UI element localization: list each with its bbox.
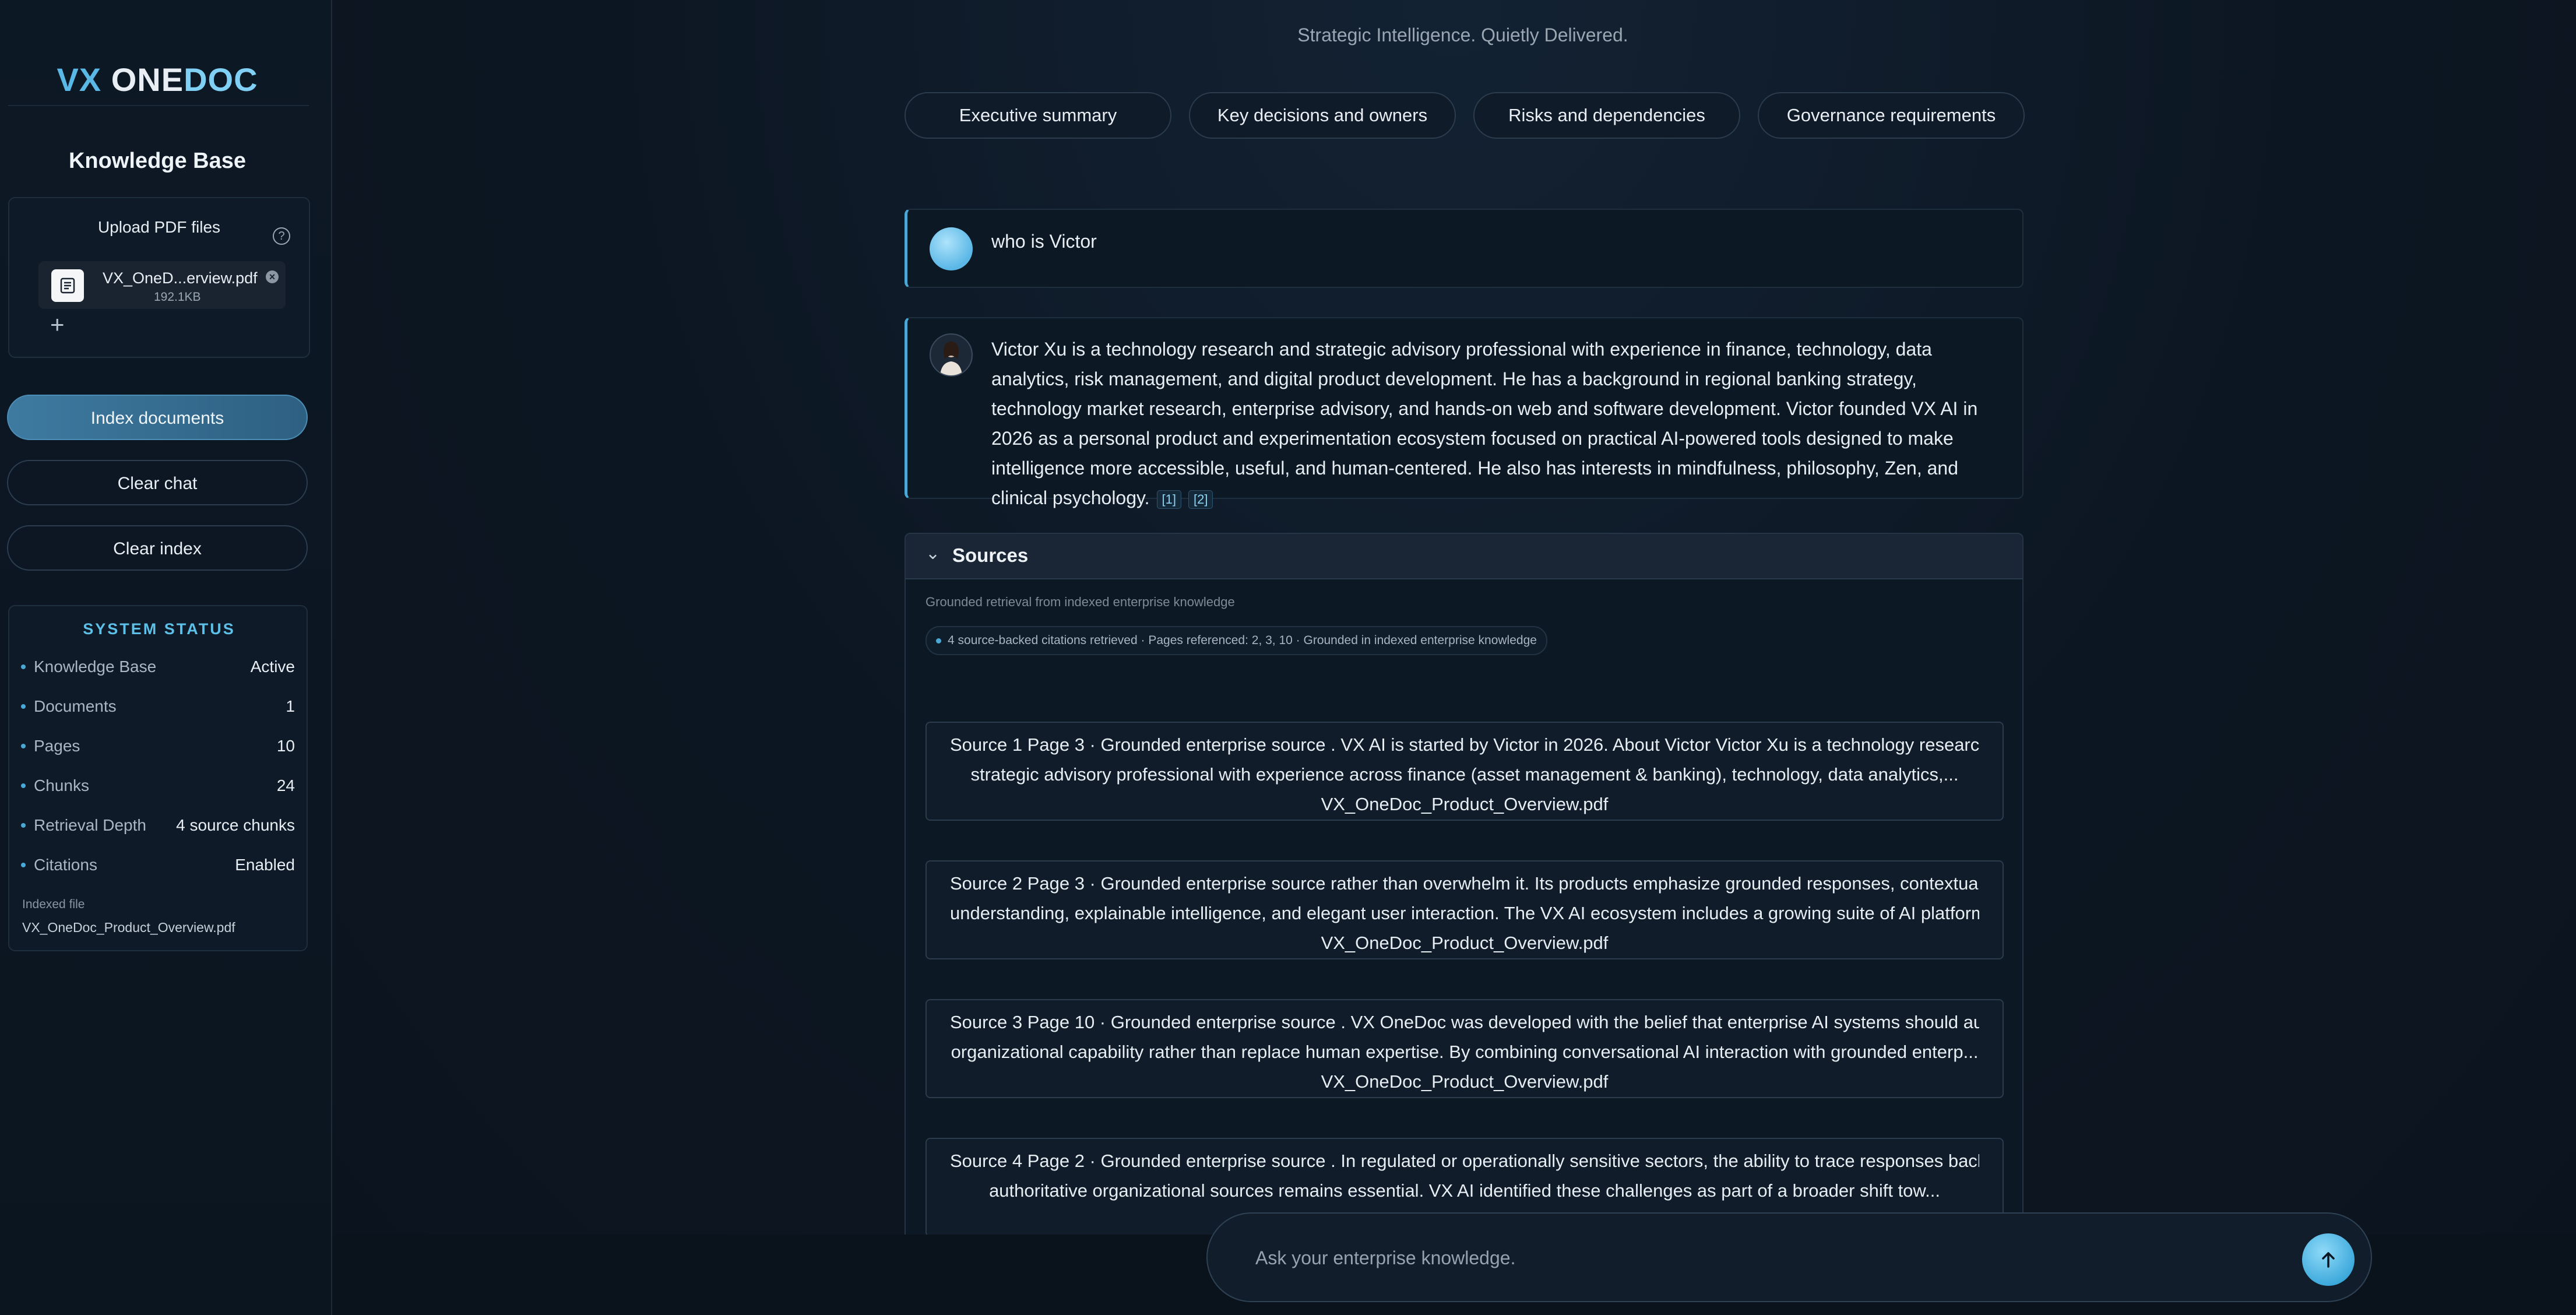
chat-input[interactable] — [1254, 1237, 2247, 1279]
upload-label: Upload PDF files — [97, 218, 221, 236]
source-text-line: Source 2 Page 3 · Grounded enterprise so… — [950, 873, 1979, 894]
logo: VX ONEDOC — [0, 61, 315, 99]
main-panel: Strategic Intelligence. Quietly Delivere… — [332, 0, 2576, 1315]
prompt-pill-key-decisions[interactable]: Key decisions and owners — [1189, 92, 1456, 139]
pdf-file-icon — [51, 269, 84, 302]
status-row: Documents 1 — [21, 695, 295, 718]
assistant-message-text: Victor Xu is a technology research and s… — [991, 335, 2000, 513]
source-text-line: organizational capability rather than re… — [951, 1042, 1979, 1062]
source-file-name: VX_OneDoc_Product_Overview.pdf — [1321, 794, 1609, 814]
add-icon[interactable]: + — [50, 312, 65, 337]
logo-divider — [8, 105, 309, 106]
uploaded-file-chip: VX_OneD...erview.pdf 192.1KB × — [38, 261, 286, 309]
chevron-down-icon[interactable]: ⌄ — [925, 543, 940, 564]
sources-toggle[interactable]: ⌄ Sources — [906, 534, 2022, 579]
status-row: Knowledge Base Active — [21, 655, 295, 678]
source-text-line: strategic advisory professional with exp… — [970, 764, 1959, 785]
status-key: Documents — [34, 697, 117, 715]
status-dot — [21, 863, 26, 867]
status-row: Pages 10 — [21, 734, 295, 758]
prompt-pill-risks[interactable]: Risks and dependencies — [1473, 92, 1740, 139]
source-card[interactable]: Source 2 Page 3 · Grounded enterprise so… — [925, 860, 2004, 959]
status-value: 4 source chunks — [176, 816, 295, 834]
chat-composer — [1206, 1212, 2372, 1302]
clear-index-button[interactable]: Clear index — [7, 525, 308, 571]
status-dot — [21, 704, 26, 709]
status-key: Chunks — [34, 776, 89, 794]
help-icon[interactable]: ? — [273, 227, 290, 245]
status-key: Retrieval Depth — [34, 816, 146, 834]
status-value: 24 — [276, 776, 295, 794]
sidebar: VX ONEDOC Knowledge Base Upload PDF file… — [0, 0, 332, 1315]
user-message-text: who is Victor — [991, 231, 1097, 252]
sources-summary-text: 4 source-backed citations retrieved · Pa… — [948, 634, 1537, 647]
citation-2[interactable]: [2] — [1188, 490, 1213, 509]
source-text-line: Source 1 Page 3 · Grounded enterprise so… — [950, 734, 1979, 755]
logo-vx: VX — [57, 61, 102, 98]
source-card[interactable]: Source 1 Page 3 · Grounded enterprise so… — [925, 722, 2004, 821]
source-text-line: Source 3 Page 10 · Grounded enterprise s… — [950, 1012, 1979, 1032]
app-window: VX ONEDOC Knowledge Base Upload PDF file… — [0, 0, 2576, 1315]
system-status-panel: SYSTEM STATUS Knowledge Base Active Docu… — [8, 605, 308, 951]
source-text-line: authoritative organizational sources rem… — [989, 1180, 1940, 1201]
prompt-pill-governance[interactable]: Governance requirements — [1758, 92, 2025, 139]
sources-summary-badge: 4 source-backed citations retrieved · Pa… — [925, 626, 1547, 655]
status-value: 1 — [286, 697, 295, 715]
logo-one: ONE — [111, 61, 184, 98]
indexed-file-name: VX_OneDoc_Product_Overview.pdf — [22, 920, 235, 935]
assistant-answer: Victor Xu is a technology research and s… — [991, 339, 1978, 508]
tagline: Strategic Intelligence. Quietly Delivere… — [1297, 24, 1628, 45]
status-key: Knowledge Base — [34, 658, 157, 676]
source-text-line: Source 4 Page 2 · Grounded enterprise so… — [950, 1151, 1979, 1171]
assistant-message: Victor Xu is a technology research and s… — [905, 317, 2024, 509]
uploaded-file-size: 192.1KB — [154, 290, 201, 304]
status-dot — [21, 823, 26, 828]
status-key: Pages — [34, 737, 80, 755]
source-card[interactable]: Source 3 Page 10 · Grounded enterprise s… — [925, 999, 2004, 1098]
clear-chat-button[interactable]: Clear chat — [7, 460, 308, 505]
user-message: who is Victor — [905, 209, 2024, 288]
status-dot — [21, 744, 26, 748]
logo-doc: DOC — [184, 61, 258, 98]
status-dot — [21, 664, 26, 669]
upload-panel[interactable]: Upload PDF files ? VX_OneD...erview.pdf … — [8, 197, 310, 358]
status-row: Chunks 24 — [21, 774, 295, 797]
citation-1[interactable]: [1] — [1156, 490, 1181, 509]
source-file-name: VX_OneDoc_Product_Overview.pdf — [1321, 933, 1609, 953]
status-value: 10 — [276, 737, 295, 755]
send-arrow-icon — [2322, 1252, 2335, 1268]
index-documents-button[interactable]: Index documents — [7, 395, 308, 440]
status-row: Citations Enabled — [21, 853, 295, 877]
prompt-pill-executive-summary[interactable]: Executive summary — [905, 92, 1171, 139]
user-avatar — [930, 227, 973, 270]
indexed-file-label: Indexed file — [22, 898, 85, 911]
status-value: Enabled — [235, 856, 295, 874]
system-status-title: SYSTEM STATUS — [83, 620, 235, 638]
sources-panel: ⌄ Sources Grounded retrieval from indexe… — [905, 533, 2024, 1315]
source-file-name: VX_OneDoc_Product_Overview.pdf — [1321, 1071, 1609, 1092]
badge-dot — [936, 638, 941, 644]
uploaded-file-name: VX_OneD...erview.pdf — [103, 269, 258, 287]
status-value: Active — [250, 658, 295, 676]
assistant-avatar — [930, 333, 973, 377]
status-dot — [21, 783, 26, 788]
remove-file-icon[interactable]: × — [266, 270, 279, 283]
status-key: Citations — [34, 856, 97, 874]
sources-subtitle: Grounded retrieval from indexed enterpri… — [925, 595, 1235, 609]
sources-title: Sources — [952, 544, 1029, 566]
knowledge-base-title: Knowledge Base — [68, 149, 247, 173]
send-button[interactable] — [2302, 1233, 2355, 1286]
status-row: Retrieval Depth 4 source chunks — [21, 814, 295, 837]
source-text-line: understanding, explainable intelligence,… — [950, 903, 1979, 923]
